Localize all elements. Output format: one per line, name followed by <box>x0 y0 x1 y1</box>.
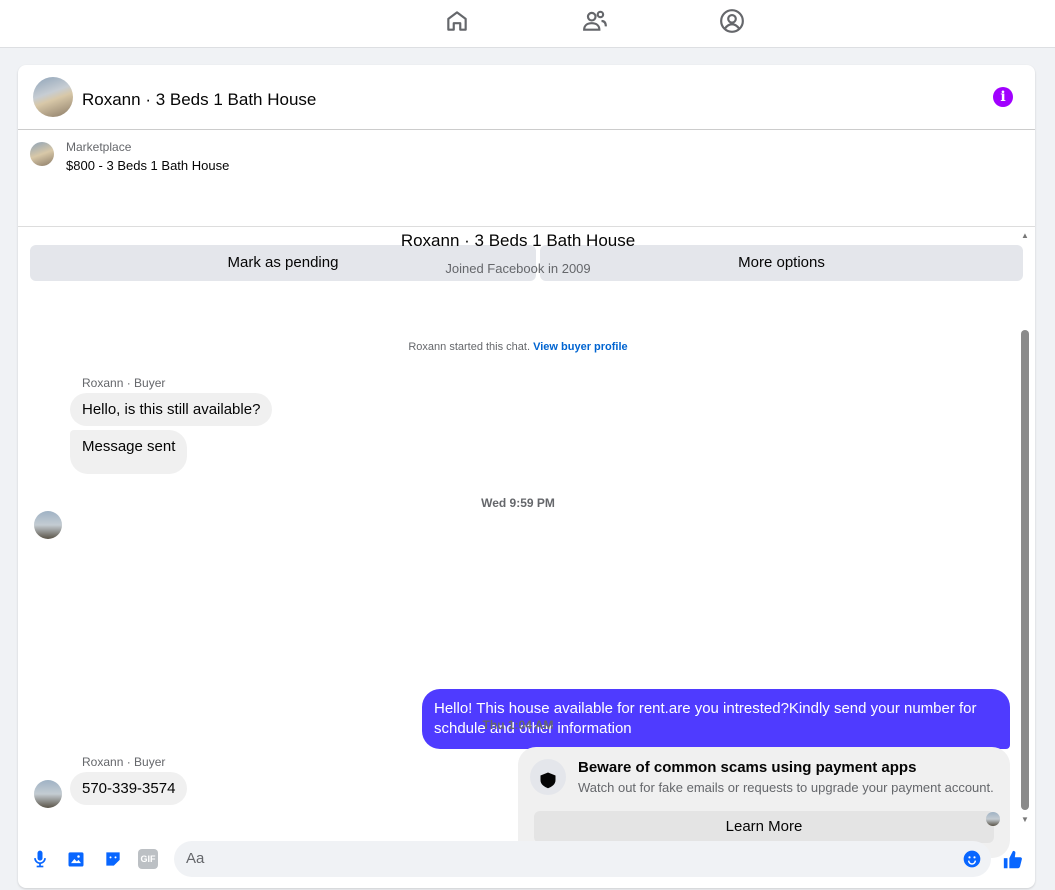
buyer-avatar[interactable] <box>34 780 62 808</box>
sender-label: Roxann · Buyer <box>82 376 166 390</box>
scrollbar-thumb[interactable] <box>1021 330 1029 810</box>
listing-thumbnail[interactable] <box>30 142 54 166</box>
chat-started-text: Roxann started this chat. <box>408 341 531 353</box>
listing-avatar[interactable] <box>33 77 73 117</box>
like-icon[interactable] <box>1002 849 1024 871</box>
friends-icon[interactable] <box>582 8 608 34</box>
composer: GIF Aa <box>18 840 1035 888</box>
photo-icon[interactable] <box>66 849 86 869</box>
learn-more-button[interactable]: Learn More <box>534 811 994 843</box>
listing-item[interactable]: $800 - 3 Beds 1 Bath House <box>66 158 229 173</box>
gif-icon[interactable]: GIF <box>138 849 158 869</box>
scroll-down-icon[interactable]: ▼ <box>1021 815 1029 824</box>
chat-window: Roxann · 3 Beds 1 Bath House i Marketpla… <box>18 65 1035 888</box>
message-thread: Roxann · 3 Beds 1 Bath House Joined Face… <box>18 227 1035 858</box>
seen-avatar <box>986 812 1000 826</box>
sticker-icon[interactable] <box>103 849 123 869</box>
scam-title: Beware of common scams using payment app… <box>578 759 917 776</box>
scam-body: Watch out for fake emails or requests to… <box>578 780 994 795</box>
profile-icon[interactable] <box>719 8 745 34</box>
view-buyer-profile-link[interactable]: View buyer profile <box>533 341 628 353</box>
message-input[interactable]: Aa <box>174 841 991 877</box>
message-bubble[interactable]: Hello, is this still available? <box>70 393 273 426</box>
home-icon[interactable] <box>444 8 470 34</box>
timestamp: Thu 1:04 AM <box>482 718 554 732</box>
emoji-icon[interactable] <box>962 849 982 869</box>
message-bubble[interactable]: 570-339-3574 <box>70 772 188 805</box>
info-icon[interactable]: i <box>993 87 1013 107</box>
chat-title[interactable]: Roxann · 3 Beds 1 Bath House <box>82 90 316 110</box>
scrollbar[interactable]: ▲ ▼ <box>1020 227 1030 830</box>
chat-header: Roxann · 3 Beds 1 Bath House i <box>18 65 1035 130</box>
buyer-avatar[interactable] <box>34 511 62 539</box>
joined-info: Joined Facebook in 2009 <box>445 261 591 276</box>
listing-summary: Marketplace $800 - 3 Beds 1 Bath House M… <box>18 130 1035 281</box>
timestamp: Wed 9:59 PM <box>481 496 555 510</box>
shield-icon <box>530 759 566 795</box>
message-bubble[interactable]: Message sent <box>70 430 188 474</box>
top-nav <box>0 0 1055 48</box>
thread-name: Roxann · 3 Beds 1 Bath House <box>400 231 636 250</box>
scroll-up-icon[interactable]: ▲ <box>1021 231 1029 240</box>
microphone-icon[interactable] <box>30 849 50 869</box>
sender-label: Roxann · Buyer <box>82 755 166 769</box>
listing-source: Marketplace <box>66 140 132 154</box>
